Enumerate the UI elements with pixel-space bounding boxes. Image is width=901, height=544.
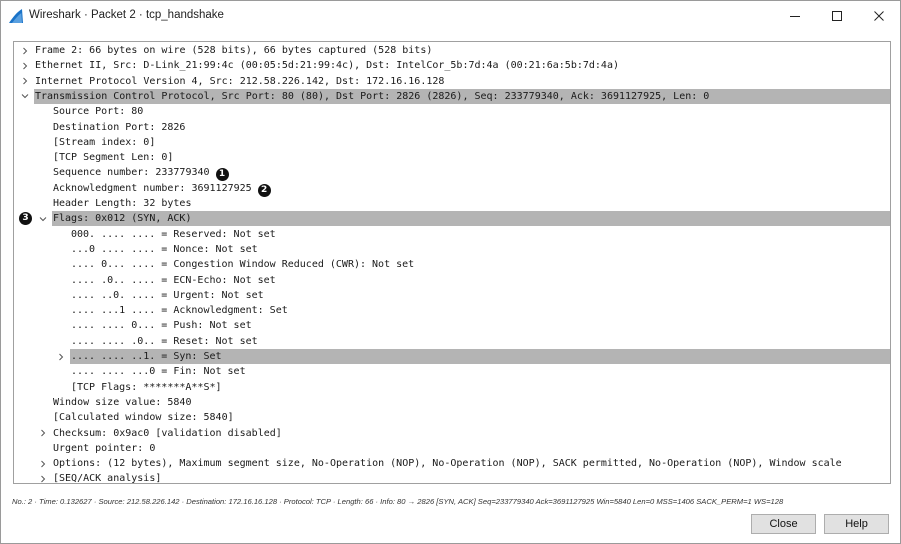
tree-row[interactable]: Source Port: 80: [52, 104, 143, 119]
tree-row[interactable]: Frame 2: 66 bytes on wire (528 bits), 66…: [34, 43, 432, 58]
tree-row-label: Internet Protocol Version 4, Src: 212.58…: [35, 75, 445, 87]
tree-row[interactable]: Internet Protocol Version 4, Src: 212.58…: [34, 74, 444, 89]
window-title: Wireshark · Packet 2 · tcp_handshake: [29, 9, 224, 21]
tree-row[interactable]: Flags: 0x012 (SYN, ACK): [52, 211, 890, 227]
tree-row[interactable]: [TCP Segment Len: 0]: [52, 150, 173, 165]
tree-row-label: [SEQ/ACK analysis]: [53, 473, 162, 484]
tree-row-label: .... .... 0... = Push: Not set: [71, 320, 252, 332]
chevron-right-icon[interactable]: [38, 426, 48, 441]
tree-row[interactable]: Checksum: 0x9ac0 [validation disabled]: [52, 426, 282, 441]
callout-badge: 3: [19, 212, 32, 226]
tree-row-label: Transmission Control Protocol, Src Port:…: [35, 90, 710, 102]
tree-row[interactable]: Sequence number: 233779340 1: [52, 165, 229, 182]
tree-row-label: Header Length: 32 bytes: [53, 198, 192, 209]
close-icon: [874, 11, 884, 21]
tree-row-label: .... ...1 .... = Acknowledgment: Set: [71, 305, 288, 317]
title-bar[interactable]: Wireshark · Packet 2 · tcp_handshake: [1, 1, 900, 31]
chevron-right-icon[interactable]: [20, 74, 30, 89]
maximize-icon: [832, 11, 842, 21]
tree-row-label: .... .... ..1. = Syn: Set: [71, 351, 222, 362]
tree-row[interactable]: .... 0... .... = Congestion Window Reduc…: [70, 257, 414, 272]
tree-row-label: ...0 .... .... = Nonce: Not set: [71, 243, 258, 255]
tree-row-label: [TCP Segment Len: 0]: [53, 152, 174, 164]
tree-row-label: Options: (12 bytes), Maximum segment siz…: [53, 458, 842, 470]
tree-row[interactable]: Ethernet II, Src: D-Link_21:99:4c (00:05…: [34, 58, 619, 73]
maximize-button[interactable]: [816, 1, 858, 31]
tree-row[interactable]: Acknowledgment number: 3691127925 2: [52, 181, 271, 197]
tree-row[interactable]: Urgent pointer: 0: [52, 441, 155, 456]
callout-badge: 2: [257, 183, 271, 197]
chevron-right-icon[interactable]: [38, 456, 48, 471]
packet-details-tree[interactable]: Frame 2: 66 bytes on wire (528 bits), 66…: [13, 41, 891, 484]
tree-row-label: Ethernet II, Src: D-Link_21:99:4c (00:05…: [35, 60, 619, 72]
close-button[interactable]: Close: [751, 514, 816, 534]
tree-row-label: Frame 2: 66 bytes on wire (528 bits), 66…: [35, 45, 433, 56]
chevron-right-icon[interactable]: [20, 58, 30, 73]
chevron-right-icon[interactable]: [20, 43, 30, 58]
tree-row[interactable]: Window size value: 5840: [52, 395, 191, 410]
tree-row[interactable]: .... .... 0... = Push: Not set: [70, 318, 252, 333]
minimize-button[interactable]: [774, 1, 816, 31]
tree-row[interactable]: .... ..0. .... = Urgent: Not set: [70, 288, 264, 303]
tree-row-label: Flags: 0x012 (SYN, ACK): [53, 213, 192, 225]
chevron-right-icon[interactable]: [56, 349, 66, 364]
shark-fin-icon: [9, 9, 23, 23]
tree-row-label: 000. .... .... = Reserved: Not set: [71, 228, 276, 240]
close-window-button[interactable]: [858, 1, 900, 31]
tree-row[interactable]: .... .... ..1. = Syn: Set: [70, 349, 890, 364]
tree-row[interactable]: [TCP Flags: *******A**S*]: [70, 380, 222, 395]
packet-window: Wireshark · Packet 2 · tcp_handshake Fra…: [0, 0, 901, 544]
minimize-icon: [790, 16, 800, 17]
chevron-down-icon[interactable]: [38, 211, 48, 226]
tree-row[interactable]: Destination Port: 2826: [52, 120, 185, 135]
chevron-down-icon[interactable]: [20, 89, 30, 104]
help-button[interactable]: Help: [824, 514, 889, 534]
tree-row[interactable]: 000. .... .... = Reserved: Not set: [70, 227, 276, 242]
tree-row[interactable]: Header Length: 32 bytes: [52, 196, 191, 211]
tree-row[interactable]: .... .... ...0 = Fin: Not set: [70, 364, 246, 379]
tree-row-label: Destination Port: 2826: [53, 121, 186, 133]
tree-row-label: .... ..0. .... = Urgent: Not set: [71, 289, 264, 301]
tree-row-label: Urgent pointer: 0: [53, 442, 156, 454]
tree-row-label: Acknowledgment number: 3691127925: [53, 182, 252, 194]
tree-row-label: Source Port: 80: [53, 106, 144, 118]
tree-row-label: .... .0.. .... = ECN-Echo: Not set: [71, 274, 276, 286]
tree-row[interactable]: .... .0.. .... = ECN-Echo: Not set: [70, 273, 276, 288]
tree-row-label: .... .... .0.. = Reset: Not set: [71, 335, 258, 347]
tree-row-label: [Stream index: 0]: [53, 136, 156, 148]
tree-row-label: [Calculated window size: 5840]: [53, 412, 234, 424]
tree-row[interactable]: .... ...1 .... = Acknowledgment: Set: [70, 303, 288, 318]
tree-row-label: .... .... ...0 = Fin: Not set: [71, 366, 246, 378]
tree-row[interactable]: Options: (12 bytes), Maximum segment siz…: [52, 456, 842, 471]
tree-row[interactable]: [Calculated window size: 5840]: [52, 410, 234, 425]
tree-row-label: [TCP Flags: *******A**S*]: [71, 381, 222, 393]
callout-badge: 1: [215, 168, 229, 182]
packet-summary-status: No.: 2 · Time: 0.132627 · Source: 212.58…: [12, 497, 784, 506]
tree-row[interactable]: [SEQ/ACK analysis]: [52, 471, 162, 484]
tree-row-label: .... 0... .... = Congestion Window Reduc…: [71, 259, 415, 271]
chevron-right-icon[interactable]: [38, 471, 48, 483]
tree-row-label: Window size value: 5840: [53, 396, 192, 408]
tree-row-label: Checksum: 0x9ac0 [validation disabled]: [53, 427, 282, 439]
tree-row[interactable]: ...0 .... .... = Nonce: Not set: [70, 242, 258, 257]
tree-row-label: Sequence number: 233779340: [53, 167, 210, 179]
tree-row[interactable]: [Stream index: 0]: [52, 135, 155, 150]
tree-row[interactable]: Transmission Control Protocol, Src Port:…: [34, 88, 890, 104]
tree-row[interactable]: .... .... .0.. = Reset: Not set: [70, 334, 258, 349]
